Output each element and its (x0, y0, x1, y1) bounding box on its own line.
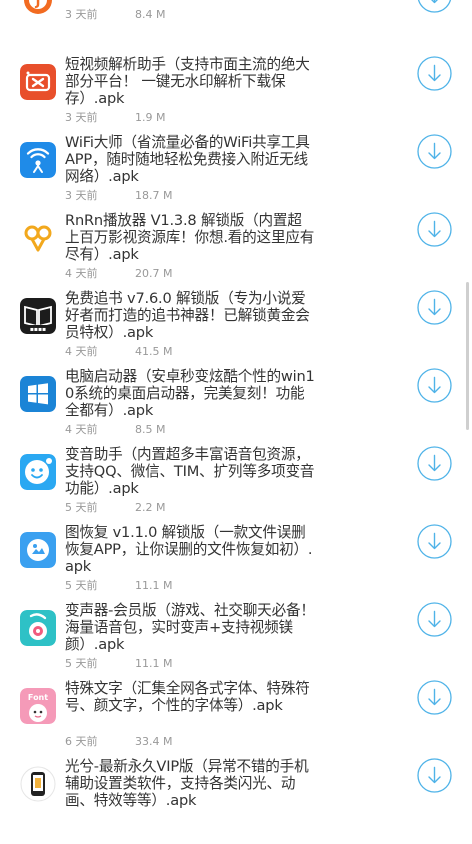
font-icon[interactable]: Font (20, 688, 56, 724)
list-item[interactable]: 变声器-会员版（游戏、社交聊天必备！海量语音包，实时变声+支持视频镁颜）.apk… (0, 602, 472, 688)
download-button[interactable] (417, 290, 452, 325)
download-button[interactable] (417, 680, 452, 715)
photo-recovery-icon[interactable] (20, 532, 56, 568)
download-icon (417, 0, 452, 13)
download-icon (417, 134, 452, 169)
upload-time: 4 天前 (65, 267, 98, 280)
upload-time: 3 天前 (65, 111, 98, 124)
app-title[interactable]: 光兮-最新永久VIP版（异常不错的手机辅助设置类软件，支持各类闪光、动画、特效等… (65, 758, 315, 809)
svg-text:Font: Font (28, 693, 48, 702)
list-item[interactable]: Font 特殊文字（汇集全网各式字体、特殊符号、颜文字，个性的字体等）.apk 6 … (0, 680, 472, 766)
scrollbar[interactable] (466, 282, 469, 430)
download-button[interactable] (417, 602, 452, 637)
book-icon[interactable]: ▪▪▪▪ (20, 298, 56, 334)
download-icon (417, 56, 452, 91)
app-title[interactable]: RnRn播放器 V1.3.8 解锁版（内置超上百万影视资源库！你想.看的这里应有… (65, 212, 315, 263)
app-title[interactable]: 变声器-会员版（游戏、社交聊天必备！海量语音包，实时变声+支持视频镁颜）.apk (65, 602, 315, 653)
download-icon (417, 602, 452, 637)
upload-time: 4 天前 (65, 345, 98, 358)
list-item[interactable]: J（内置…3 天前8.4 M (0, 0, 472, 64)
file-size: 2.2 M (135, 501, 166, 514)
file-size: 1.9 M (135, 111, 166, 124)
file-size: 18.7 M (135, 189, 173, 202)
orange-j-icon[interactable]: J (20, 0, 56, 22)
list-item[interactable]: 短视频解析助手（支持市面主流的绝大部分平台！ 一键无水印解析下载保存）.apk 3… (0, 56, 472, 142)
list-item[interactable]: RnRn播放器 V1.3.8 解锁版（内置超上百万影视资源库！你想.看的这里应有… (0, 212, 472, 298)
list-item[interactable]: 图恢复 v1.1.0 解锁版（一款文件误删恢复APP，让你误删的文件恢复如初）.… (0, 524, 472, 610)
download-icon (417, 758, 452, 793)
app-title[interactable]: 特殊文字（汇集全网各式字体、特殊符号、颜文字，个性的字体等）.apk (65, 680, 315, 714)
download-icon (417, 446, 452, 481)
video-parse-icon[interactable] (20, 64, 56, 100)
svg-text:▪▪▪▪: ▪▪▪▪ (30, 326, 46, 333)
upload-time: 4 天前 (65, 423, 98, 436)
file-size: 33.4 M (135, 735, 173, 748)
download-icon (417, 680, 452, 715)
file-size: 41.5 M (135, 345, 173, 358)
player-icon[interactable] (20, 220, 56, 256)
upload-time: 3 天前 (65, 8, 98, 21)
download-icon (417, 212, 452, 247)
list-item[interactable]: 电脑启动器（安卓秒变炫酷个性的win10系统的桌面启动器，完美复刻！功能全都有）… (0, 368, 472, 454)
download-button[interactable] (417, 0, 452, 13)
list-item[interactable]: 变音助手（内置超多丰富语音包资源，支持QQ、微信、TIM、扩列等多项变音功能）.… (0, 446, 472, 532)
app-title[interactable]: WiFi大师（省流量必备的WiFi共享工具APP，随时随地轻松免费接入附近无线网… (65, 134, 315, 185)
app-list: J（内置…3 天前8.4 M短视频解析助手（支持市面主流的绝大部分平台！ 一键无… (0, 0, 472, 811)
file-size: 8.5 M (135, 423, 166, 436)
list-item[interactable]: WiFi大师（省流量必备的WiFi共享工具APP，随时随地轻松免费接入附近无线网… (0, 134, 472, 220)
download-button[interactable] (417, 758, 452, 793)
download-button[interactable] (417, 56, 452, 91)
windows-icon[interactable] (20, 376, 56, 412)
download-button[interactable] (417, 446, 452, 481)
file-size: 8.4 M (135, 8, 166, 21)
app-title[interactable]: 免费追书 v7.6.0 解锁版（专为小说爱好者而打造的追书神器！已解锁黄金会员特… (65, 290, 315, 341)
upload-time: 5 天前 (65, 657, 98, 670)
upload-time: 3 天前 (65, 189, 98, 202)
app-title[interactable]: 短视频解析助手（支持市面主流的绝大部分平台！ 一键无水印解析下载保存）.apk (65, 56, 315, 107)
download-button[interactable] (417, 134, 452, 169)
list-item[interactable]: 光兮-最新永久VIP版（异常不错的手机辅助设置类软件，支持各类闪光、动画、特效等… (0, 758, 472, 844)
voice-icon[interactable] (20, 610, 56, 646)
svg-text:J: J (35, 0, 41, 9)
upload-time: 5 天前 (65, 579, 98, 592)
list-item[interactable]: ▪▪▪▪ 免费追书 v7.6.0 解锁版（专为小说爱好者而打造的追书神器！已解锁黄… (0, 290, 472, 376)
file-size: 20.7 M (135, 267, 173, 280)
voice-changer-icon[interactable] (20, 454, 56, 490)
phone-light-icon[interactable] (20, 766, 56, 802)
wifi-icon[interactable] (20, 142, 56, 178)
download-button[interactable] (417, 212, 452, 247)
download-icon (417, 524, 452, 559)
app-title[interactable]: 电脑启动器（安卓秒变炫酷个性的win10系统的桌面启动器，完美复刻！功能全都有）… (65, 368, 315, 419)
upload-time: 6 天前 (65, 735, 98, 748)
file-size: 11.1 M (135, 657, 173, 670)
download-icon (417, 368, 452, 403)
download-button[interactable] (417, 524, 452, 559)
file-size: 11.1 M (135, 579, 173, 592)
app-title[interactable]: 变音助手（内置超多丰富语音包资源，支持QQ、微信、TIM、扩列等多项变音功能）.… (65, 446, 315, 497)
download-icon (417, 290, 452, 325)
upload-time: 5 天前 (65, 501, 98, 514)
app-title[interactable]: 图恢复 v1.1.0 解锁版（一款文件误删恢复APP，让你误删的文件恢复如初）.… (65, 524, 315, 575)
download-button[interactable] (417, 368, 452, 403)
